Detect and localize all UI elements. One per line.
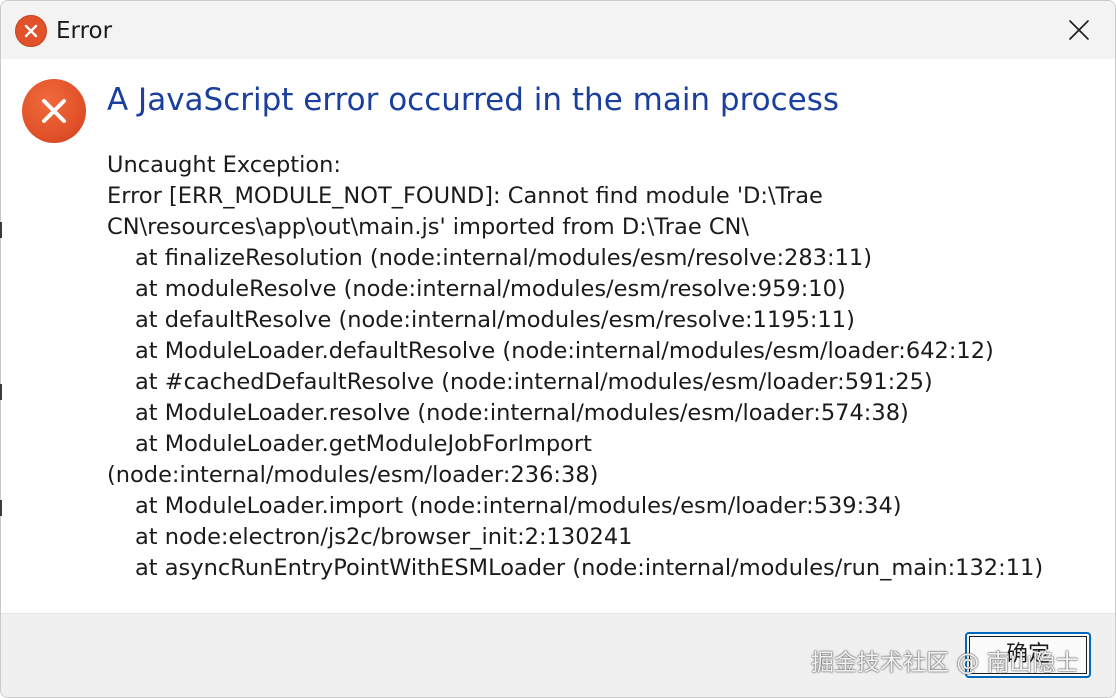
message-line: CN\resources\app\out\main.js' imported f…	[107, 214, 749, 240]
dialog-body: A JavaScript error occurred in the main …	[1, 59, 1115, 613]
edge-divider	[0, 384, 2, 400]
stack-trace-line: at ModuleLoader.import (node:internal/mo…	[135, 493, 902, 519]
stack-trace-line: at defaultResolve (node:internal/modules…	[135, 307, 855, 333]
stack-trace-line: at asyncRunEntryPointWithESMLoader (node…	[135, 555, 1044, 581]
error-message: Uncaught Exception: Error [ERR_MODULE_NO…	[107, 150, 1097, 584]
message-line: Error [ERR_MODULE_NOT_FOUND]: Cannot fin…	[107, 183, 823, 209]
close-button[interactable]	[1043, 1, 1115, 59]
dialog-footer: 确定 掘金技术社区 @ 南山隐士	[1, 613, 1115, 697]
stack-trace-line: at #cachedDefaultResolve (node:internal/…	[135, 369, 933, 395]
edge-divider	[0, 500, 2, 516]
dialog-heading: A JavaScript error occurred in the main …	[107, 82, 840, 118]
stack-trace-line: at node:electron/js2c/browser_init:2:130…	[135, 524, 633, 550]
watermark-text: 掘金技术社区 @ 南山隐士	[811, 650, 1079, 676]
close-icon	[1069, 20, 1089, 40]
edge-divider	[0, 222, 2, 238]
error-dialog-window: Error A JavaScript error occurred in the…	[0, 0, 1116, 698]
stack-trace-line: at ModuleLoader.getModuleJobForImport	[135, 431, 593, 457]
title-bar[interactable]: Error	[1, 1, 1115, 59]
stack-trace-line: at moduleResolve (node:internal/modules/…	[135, 276, 846, 302]
window-title: Error	[56, 18, 113, 44]
stack-trace-line: (node:internal/modules/esm/loader:236:38…	[107, 462, 599, 488]
stack-trace-line: at ModuleLoader.defaultResolve (node:int…	[135, 338, 994, 364]
message-line: Uncaught Exception:	[107, 152, 341, 178]
stack-trace-line: at ModuleLoader.resolve (node:internal/m…	[135, 400, 909, 426]
error-circle-icon	[22, 79, 86, 143]
error-icon	[15, 15, 47, 47]
stack-trace-line: at finalizeResolution (node:internal/mod…	[135, 245, 872, 271]
